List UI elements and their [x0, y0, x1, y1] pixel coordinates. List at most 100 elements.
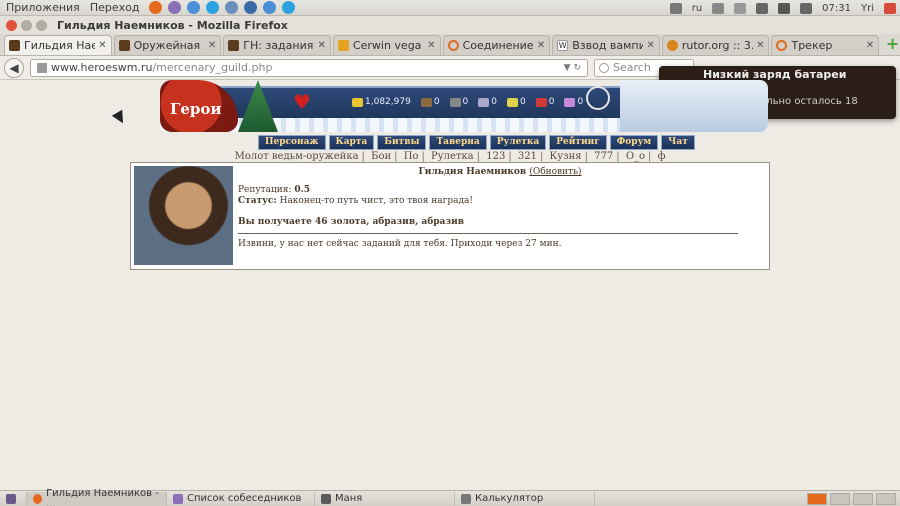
network-icon[interactable] — [712, 2, 725, 14]
reputation-value: 0.5 — [294, 185, 311, 195]
tab-close-icon[interactable]: ✕ — [208, 40, 216, 51]
tab-armory[interactable]: Оружейная ... ✕ — [113, 35, 222, 55]
url-bar[interactable]: www.heroeswm.ru /mercenary_guild.php ▼ ↻ — [30, 58, 588, 77]
back-button[interactable]: ◀ — [4, 57, 24, 78]
refresh-link[interactable]: (Обновить) — [529, 167, 581, 177]
volume-icon[interactable] — [800, 2, 813, 14]
link-o-o[interactable]: О_о — [626, 151, 645, 162]
taskbar-chat[interactable]: Маня — [315, 491, 455, 506]
tab-close-icon[interactable]: ✕ — [537, 40, 545, 51]
tab-close-icon[interactable]: ✕ — [756, 40, 764, 51]
menu-forum[interactable]: Форум — [609, 135, 659, 150]
menu-map[interactable]: Карта — [328, 135, 375, 150]
battery-icon[interactable] — [778, 2, 791, 14]
tab-close-icon[interactable]: ✕ — [646, 40, 654, 51]
system-top-panel: Приложения Переход ru 07:31 Yri — [0, 0, 900, 16]
tab-close-icon[interactable]: ✕ — [866, 40, 874, 51]
pidgin-launch-icon[interactable] — [168, 1, 182, 14]
workspace-3[interactable] — [853, 492, 873, 505]
link-f[interactable]: ф — [658, 151, 666, 162]
bluetooth-icon[interactable] — [734, 2, 747, 14]
dropdown-arrow-icon[interactable]: ▼ ↻ — [564, 63, 581, 73]
site-identity-icon[interactable] — [37, 62, 47, 73]
skype-launch-icon[interactable] — [206, 1, 220, 14]
tab-close-icon[interactable]: ✕ — [318, 40, 326, 51]
winter-decoration — [620, 80, 768, 132]
tab-connecting[interactable]: Соединение... ✕ — [442, 35, 551, 55]
tab-tracker[interactable]: Трекер ✕ — [771, 35, 880, 55]
tab-label: Оружейная ... — [133, 39, 205, 52]
menu-battles[interactable]: Битвы — [377, 135, 427, 150]
applications-menu[interactable]: Приложения — [6, 1, 80, 14]
quick-launcher — [149, 1, 296, 14]
user-name[interactable]: Yri — [861, 3, 874, 14]
chrome-launch-icon[interactable] — [187, 1, 201, 14]
menu-tavern[interactable]: Таверна — [429, 135, 487, 150]
separator: | — [394, 151, 398, 162]
tab-close-icon[interactable]: ✕ — [427, 40, 435, 51]
wood-amount: 0 — [433, 97, 440, 107]
tab-close-icon[interactable]: ✕ — [98, 40, 106, 51]
tab-rutor[interactable]: rutor.org :: 3... ✕ — [661, 35, 770, 55]
tab-label: Соединение... — [462, 39, 534, 52]
clock[interactable]: 07:31 — [822, 3, 851, 14]
separator: | — [476, 151, 481, 162]
tab-gn-tasks[interactable]: ГН: задания ... ✕ — [223, 35, 331, 55]
wikipedia-icon: W — [557, 40, 569, 51]
link-forge[interactable]: Кузня — [550, 151, 582, 162]
link-321[interactable]: 321 — [518, 151, 537, 162]
window-minimize-icon[interactable] — [21, 19, 32, 31]
keyboard-layout[interactable]: ru — [692, 3, 702, 14]
sulfur-icon — [507, 97, 519, 107]
window-maximize-icon[interactable] — [36, 19, 47, 31]
guild-title: Гильдия Наемников — [418, 167, 527, 177]
tab-cerwin-vega[interactable]: Cerwin vega ... ✕ — [332, 35, 441, 55]
gold-resource: 1,082,979 — [352, 97, 411, 107]
virtualbox-launch-icon[interactable] — [244, 1, 258, 14]
search-engine-icon[interactable] — [599, 62, 609, 73]
taskbar-label: Гильдия Наемников - ... — [46, 487, 159, 506]
firefox-launch-icon[interactable] — [149, 1, 163, 14]
link-witch-hammer[interactable]: Молот ведьм-оружейка — [235, 151, 359, 162]
tab-label: rutor.org :: 3... — [681, 39, 753, 52]
workspace-2[interactable] — [830, 492, 850, 505]
link-123[interactable]: 123 — [486, 151, 505, 162]
link-roulette[interactable]: Рулетка — [431, 151, 474, 162]
wifi-icon[interactable] — [756, 2, 769, 14]
tab-label: Cerwin vega ... — [352, 39, 424, 52]
taskbar-buddy-list[interactable]: Список собеседников — [167, 491, 315, 506]
link-po[interactable]: По — [404, 151, 419, 162]
resources-bar: 1,082,979 0 0 0 0 0 0 — [352, 94, 583, 110]
workspace-1[interactable] — [807, 492, 827, 505]
tab-mercenary-guild[interactable]: Гильдия Нае... ✕ — [4, 35, 112, 55]
taskbar-calculator[interactable]: Калькулятор — [455, 491, 595, 506]
link-777[interactable]: 777 — [594, 151, 613, 162]
menu-rating[interactable]: Рейтинг — [549, 135, 607, 150]
ore-resource: 0 — [449, 97, 468, 107]
show-desktop-button[interactable] — [0, 491, 27, 506]
window-title: Гильдия Наемников - Mozilla Firefox — [57, 18, 288, 32]
workspace-4[interactable] — [876, 492, 896, 505]
separator: | — [421, 151, 425, 162]
menu-roulette[interactable]: Рулетка — [489, 135, 547, 150]
menu-chat[interactable]: Чат — [661, 135, 695, 150]
taskbar-label: Калькулятор — [475, 493, 544, 504]
window-close-icon[interactable] — [6, 19, 17, 31]
app-launch-icon[interactable] — [225, 1, 239, 14]
link-battles[interactable]: Бои — [371, 151, 391, 162]
loading-icon — [776, 40, 788, 51]
skype2-launch-icon[interactable] — [282, 1, 296, 14]
places-menu[interactable]: Переход — [90, 1, 140, 14]
taskbar-label: Список собеседников — [187, 493, 302, 504]
new-tab-button[interactable]: + — [885, 36, 900, 53]
wood-icon — [420, 97, 432, 107]
mail-icon[interactable] — [669, 2, 682, 14]
tab-bar: Гильдия Нае... ✕ Оружейная ... ✕ ГН: зад… — [0, 34, 900, 56]
game-main-menu: Персонаж Карта Битвы Таверна Рулетка Рей… — [258, 135, 695, 150]
taskbar-label: Маня — [335, 493, 363, 504]
taskbar-firefox[interactable]: Гильдия Наемников - ... — [27, 488, 167, 506]
tab-wikipedia[interactable]: W Взвод вампи... ✕ — [552, 35, 660, 55]
power-icon[interactable] — [884, 2, 896, 14]
chrome2-launch-icon[interactable] — [263, 1, 277, 14]
menu-character[interactable]: Персонаж — [258, 135, 326, 150]
